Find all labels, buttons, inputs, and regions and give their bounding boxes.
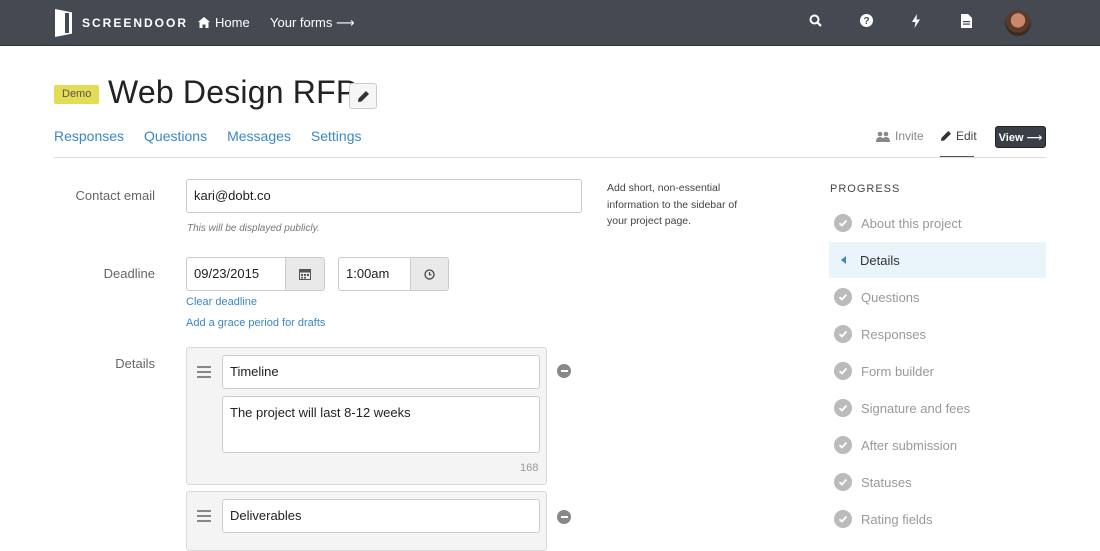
tab-responses[interactable]: Responses — [54, 128, 124, 144]
invite-label: Invite — [895, 129, 924, 143]
nav-home-link[interactable]: Home — [198, 15, 250, 30]
grace-period-link[interactable]: Add a grace period for drafts — [186, 317, 325, 329]
logo[interactable]: SCREENDOOR — [55, 9, 188, 37]
progress-item-label: Responses — [861, 326, 927, 342]
progress-item-label: Form builder — [861, 363, 934, 379]
document-icon[interactable] — [958, 14, 974, 30]
view-button[interactable]: View ⟶ — [995, 126, 1046, 148]
users-icon — [876, 131, 890, 142]
progress-item-label: Signature and fees — [861, 400, 971, 416]
sidebar-help-text: Add short, non-essential information to … — [607, 182, 738, 227]
nav-home-label: Home — [215, 15, 250, 30]
remove-detail-icon[interactable] — [557, 510, 571, 524]
check-circle-icon — [834, 362, 852, 380]
project-tabs: Responses Questions Messages Settings — [54, 128, 362, 144]
check-circle-icon — [834, 436, 852, 454]
progress-item-label: About this project — [861, 215, 962, 231]
deadline-label: Deadline — [103, 266, 155, 281]
contact-email-input[interactable]: kari@dobt.co — [186, 179, 582, 213]
logo-text: SCREENDOOR — [82, 16, 189, 30]
calendar-icon — [299, 269, 311, 280]
progress-item-label: After submission — [861, 437, 958, 453]
demo-badge: Demo — [54, 85, 100, 104]
detail-item: Deliverables — [186, 491, 547, 551]
progress-item[interactable]: Rating fields — [829, 501, 1046, 537]
tab-settings[interactable]: Settings — [311, 128, 362, 144]
deadline-time-input[interactable]: 1:00am — [338, 257, 411, 291]
drag-handle-icon[interactable] — [197, 510, 211, 525]
progress-item[interactable]: About this project — [829, 205, 1046, 241]
contact-email-hint: This will be displayed publicly. — [187, 223, 320, 234]
character-count: 168 — [520, 462, 539, 474]
progress-item[interactable]: Signature and fees — [829, 390, 1046, 426]
calendar-button[interactable] — [285, 257, 325, 291]
pencil-icon — [941, 131, 951, 141]
remove-detail-icon[interactable] — [557, 364, 571, 378]
progress-item-label: Details — [860, 252, 900, 268]
progress-item[interactable]: Responses — [829, 316, 1046, 352]
check-circle-icon — [834, 399, 852, 417]
progress-title: PROGRESS — [830, 183, 901, 195]
check-circle-icon — [834, 473, 852, 491]
svg-text:?: ? — [863, 16, 869, 27]
time-picker-button[interactable] — [410, 257, 449, 291]
help-icon[interactable]: ? — [858, 14, 874, 30]
tab-messages[interactable]: Messages — [227, 128, 291, 144]
home-icon — [198, 17, 210, 28]
arrow-right-icon: ⟶ — [1023, 132, 1043, 144]
clear-deadline-link[interactable]: Clear deadline — [186, 296, 257, 308]
details-label: Details — [115, 356, 155, 371]
lightning-icon[interactable] — [908, 14, 924, 30]
progress-item-label: Questions — [861, 289, 920, 305]
tabs-divider — [54, 157, 1046, 158]
progress-item[interactable]: Statuses — [829, 464, 1046, 500]
arrow-right-icon: ⟶ — [336, 15, 355, 30]
deadline-date-input[interactable]: 09/23/2015 — [186, 257, 286, 291]
check-circle-icon — [834, 510, 852, 528]
tab-questions[interactable]: Questions — [144, 128, 207, 144]
progress-item[interactable]: Details — [829, 242, 1046, 278]
page-title: Web Design RFP — [108, 74, 358, 110]
view-label: View — [998, 132, 1024, 144]
check-circle-icon — [834, 325, 852, 343]
check-circle-icon — [834, 214, 852, 232]
progress-item-label: Statuses — [861, 474, 912, 490]
detail-title-input[interactable]: Deliverables — [222, 499, 540, 533]
door-logo-icon — [55, 9, 72, 37]
detail-item: Timeline The project will last 8-12 week… — [186, 347, 547, 485]
progress-item[interactable]: Form builder — [829, 353, 1046, 389]
detail-body-textarea[interactable]: The project will last 8-12 weeks — [222, 396, 540, 453]
edit-link[interactable]: Edit — [941, 129, 977, 143]
user-avatar[interactable] — [1005, 10, 1031, 36]
progress-item[interactable]: Questions — [829, 279, 1046, 315]
contact-email-label: Contact email — [75, 188, 155, 203]
check-circle-icon — [834, 288, 852, 306]
search-icon[interactable] — [807, 14, 823, 30]
nav-your-forms-label: Your forms — [270, 15, 333, 30]
nav-your-forms-link[interactable]: Your forms ⟶ — [270, 15, 355, 31]
progress-item-label: Rating fields — [861, 511, 933, 527]
caret-left-icon — [841, 256, 846, 264]
edit-label: Edit — [956, 129, 977, 143]
invite-link[interactable]: Invite — [876, 129, 924, 143]
drag-handle-icon[interactable] — [197, 366, 211, 381]
detail-title-input[interactable]: Timeline — [222, 355, 540, 389]
progress-item[interactable]: After submission — [829, 427, 1046, 463]
top-navbar: SCREENDOOR Home Your forms ⟶ ? — [0, 0, 1100, 46]
clock-icon — [424, 268, 435, 280]
edit-title-button[interactable] — [349, 83, 377, 109]
pencil-icon — [357, 90, 369, 102]
